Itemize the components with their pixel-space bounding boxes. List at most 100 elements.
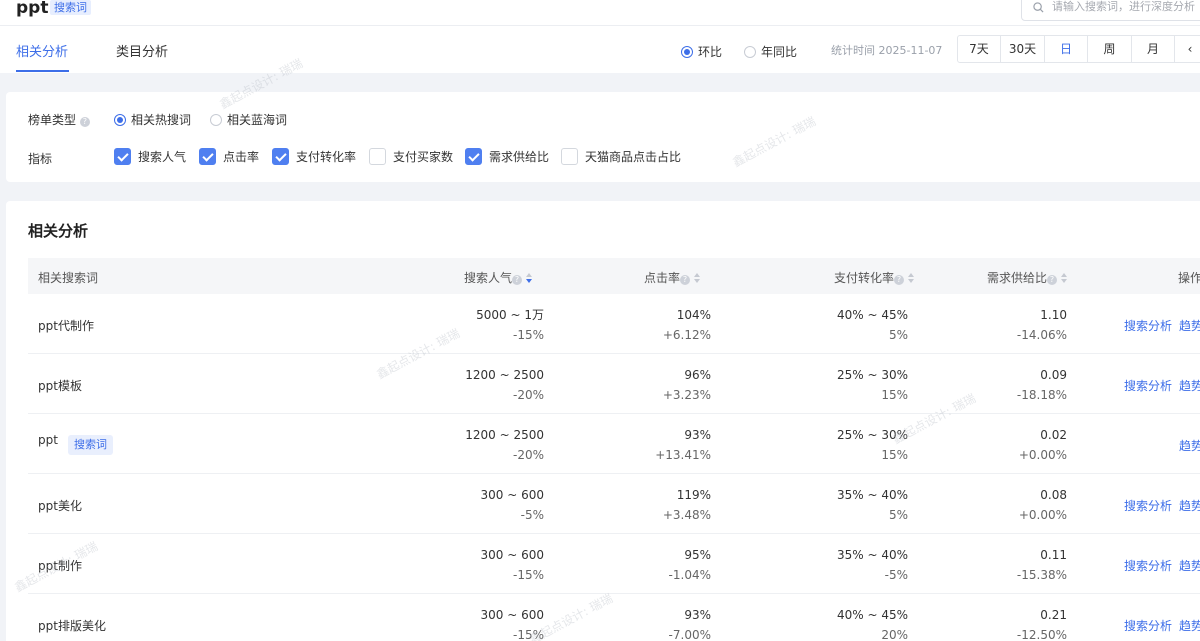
checkbox-box (561, 148, 578, 165)
compare-yoy-radio[interactable]: 年同比 (744, 43, 797, 60)
change: 5% (888, 508, 908, 522)
trend-link[interactable]: 趋势 (1179, 317, 1200, 334)
metric-buyers-checkbox[interactable]: 支付买家数 (369, 148, 453, 165)
tab-related-analysis[interactable]: 相关分析 (16, 41, 68, 60)
change: -15% (512, 328, 544, 342)
row-keyword[interactable]: ppt 搜索词 (38, 433, 113, 455)
period-day-button[interactable]: 日 (1045, 36, 1088, 62)
value: 0.11 (1040, 548, 1067, 562)
ctr-cell: 104% +6.12% (663, 294, 711, 342)
help-icon[interactable]: ? (680, 275, 690, 285)
value: 1.10 (1040, 308, 1067, 322)
metric-cvr-checkbox[interactable]: 支付转化率 (272, 148, 356, 165)
sort-icon[interactable] (526, 273, 533, 283)
table-row: ppt制作 300 ~ 600 -15% 95% -1.04% 35% ~ 40% -… (28, 534, 1200, 594)
value: 300 ~ 600 (480, 608, 545, 622)
search-term-tag: 搜索词 (67, 435, 113, 455)
radio-label: 相关蓝海词 (227, 113, 288, 127)
checkbox-box (199, 148, 216, 165)
th-dsr[interactable]: 需求供给比? (987, 269, 1068, 286)
popularity-cell: 1200 ~ 2500 -20% (465, 354, 544, 402)
th-keyword: 相关搜索词 (38, 271, 99, 285)
change: -5% (520, 508, 544, 522)
dsr-cell: 0.21 -12.50% (1017, 594, 1067, 641)
value: 0.09 (1040, 368, 1067, 382)
radio-dot (681, 45, 693, 58)
checkbox-label: 点击率 (223, 150, 260, 164)
value: 25% ~ 30% (836, 428, 908, 442)
help-icon[interactable]: ? (894, 275, 904, 285)
search-analysis-link[interactable]: 搜索分析 (1124, 617, 1172, 634)
search-analysis-link[interactable]: 搜索分析 (1124, 317, 1172, 334)
sort-icon[interactable] (1061, 273, 1068, 283)
trend-link[interactable]: 趋势 (1179, 497, 1200, 514)
value: 95% (684, 548, 711, 562)
search-box[interactable] (1021, 0, 1200, 21)
table-row: ppt 搜索词 1200 ~ 2500 -20% 93% +13.41% 25% ~ … (28, 414, 1200, 474)
checkbox-label: 需求供给比 (489, 150, 550, 164)
radio-label: 年同比 (761, 45, 798, 59)
period-30d-button[interactable]: 30天 (1001, 36, 1045, 62)
cvr-cell: 35% ~ 40% -5% (837, 534, 908, 582)
row-keyword[interactable]: ppt模板 (38, 377, 82, 394)
search-analysis-link[interactable]: 搜索分析 (1124, 497, 1172, 514)
value: 96% (684, 368, 711, 382)
ctr-cell: 95% -1.04% (669, 534, 711, 582)
search-analysis-link[interactable]: 搜索分析 (1124, 557, 1172, 574)
help-icon[interactable]: ? (1047, 275, 1057, 285)
metric-ctr-checkbox[interactable]: 点击率 (199, 148, 259, 165)
th-ctr[interactable]: 点击率? (644, 269, 701, 286)
metric-tmall-click-checkbox[interactable]: 天猫商品点击占比 (561, 148, 681, 165)
sort-icon[interactable] (908, 273, 915, 283)
value: 1200 ~ 2500 (465, 428, 544, 442)
list-type-hot-radio[interactable]: 相关热搜词 (114, 111, 191, 128)
dsr-cell: 0.11 -15.38% (1017, 534, 1067, 582)
keyword-text: ppt模板 (38, 379, 82, 393)
trend-link[interactable]: 趋势 (1179, 617, 1200, 634)
period-month-button[interactable]: 月 (1132, 36, 1175, 62)
help-icon[interactable]: ? (512, 275, 522, 285)
list-type-blue-ocean-radio[interactable]: 相关蓝海词 (210, 111, 287, 128)
th-popularity[interactable]: 搜索人气? (464, 269, 533, 286)
row-keyword[interactable]: ppt排版美化 (38, 617, 106, 634)
search-term-badge: 搜索词 (50, 0, 91, 15)
metric-dsr-checkbox[interactable]: 需求供给比 (465, 148, 549, 165)
radio-label: 相关热搜词 (131, 113, 192, 127)
keyword-text: ppt代制作 (38, 319, 94, 333)
help-icon[interactable]: ? (79, 117, 90, 127)
change: 15% (881, 448, 908, 462)
change: -18.18% (1016, 388, 1067, 402)
top-bar: ppt 搜索词 (0, 0, 1200, 26)
period-prev-button[interactable]: ‹ (1175, 36, 1200, 62)
value: 25% ~ 30% (836, 368, 908, 382)
search-input[interactable] (1052, 0, 1200, 13)
cvr-cell: 25% ~ 30% 15% (837, 414, 908, 462)
row-keyword[interactable]: ppt美化 (38, 497, 82, 514)
value: 300 ~ 600 (480, 488, 545, 502)
search-analysis-link[interactable]: 搜索分析 (1124, 377, 1172, 394)
search-icon (1033, 2, 1044, 13)
popularity-cell: 300 ~ 600 -15% (481, 594, 545, 641)
trend-link[interactable]: 趋势 (1179, 557, 1200, 574)
period-week-button[interactable]: 周 (1088, 36, 1132, 62)
th-popularity-label: 搜索人气 (463, 271, 512, 285)
row-keyword[interactable]: ppt制作 (38, 557, 82, 574)
tab-category-analysis[interactable]: 类目分析 (116, 41, 168, 60)
value: 35% ~ 40% (836, 488, 908, 502)
metric-popularity-checkbox[interactable]: 搜索人气 (114, 148, 186, 165)
period-7d-button[interactable]: 7天 (958, 36, 1001, 62)
change: +0.00% (1018, 448, 1067, 462)
row-keyword[interactable]: ppt代制作 (38, 317, 94, 334)
sort-icon[interactable] (694, 273, 701, 283)
th-cvr[interactable]: 支付转化率? (834, 269, 915, 286)
ctr-cell: 93% -7.00% (669, 594, 711, 641)
trend-link[interactable]: 趋势 (1179, 377, 1200, 394)
trend-link[interactable]: 趋势 (1179, 437, 1200, 454)
table-row: ppt模板 1200 ~ 2500 -20% 96% +3.23% 25% ~ 30… (28, 354, 1200, 414)
cvr-cell: 40% ~ 45% 5% (837, 294, 908, 342)
metric-label: 指标 (28, 152, 53, 166)
compare-mom-radio[interactable]: 环比 (681, 43, 722, 60)
popularity-cell: 5000 ~ 1万 -15% (476, 294, 544, 342)
value: 1200 ~ 2500 (465, 368, 544, 382)
change: -15% (512, 628, 544, 641)
